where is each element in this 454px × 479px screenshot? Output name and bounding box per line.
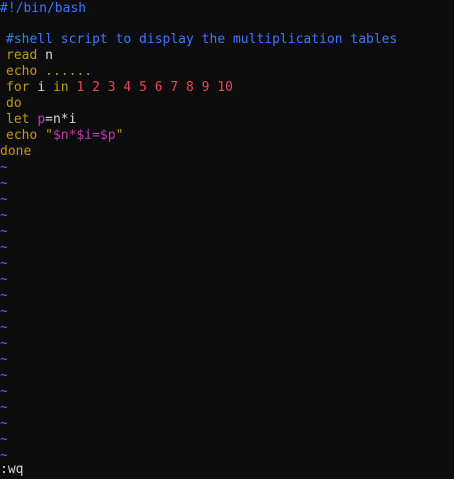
comment-line: #shell script to display the multiplicat… xyxy=(6,32,398,47)
empty-line-tilde: ~ xyxy=(0,304,8,319)
empty-line-tilde: ~ xyxy=(0,400,8,415)
let-line: let p=n*i xyxy=(6,112,76,128)
echo-string: $n*$i=$p xyxy=(52,128,116,143)
quote-close: " xyxy=(115,128,124,143)
empty-line-tilde: ~ xyxy=(0,432,8,447)
for-keyword: for xyxy=(6,80,30,95)
echo-result-line: echo "$n*$i=$p" xyxy=(6,128,123,144)
empty-line-tilde: ~ xyxy=(0,224,8,239)
vim-command-line[interactable]: :wq xyxy=(0,462,23,478)
empty-line-tilde: ~ xyxy=(0,176,8,191)
echo-keyword: echo xyxy=(6,64,38,79)
echo-keyword-2: echo xyxy=(6,128,38,143)
let-keyword: let xyxy=(6,112,30,127)
empty-line-tilde: ~ xyxy=(0,288,8,303)
do-line: do xyxy=(6,96,22,111)
read-keyword: read xyxy=(6,48,38,63)
shebang-line: #!/bin/bash xyxy=(0,1,87,16)
empty-line-tilde: ~ xyxy=(0,160,8,175)
for-variable: i xyxy=(37,80,46,95)
let-expression: =n*i xyxy=(45,112,77,127)
read-argument: n xyxy=(45,48,53,63)
number-list: 1 2 3 4 5 6 7 8 9 10 xyxy=(76,80,233,95)
empty-line-tilde: ~ xyxy=(0,384,8,399)
echo-dots: ...... xyxy=(45,64,93,79)
in-keyword: in xyxy=(52,80,69,95)
for-line: for i in 1 2 3 4 5 6 7 8 9 10 xyxy=(6,80,233,96)
empty-line-tilde: ~ xyxy=(0,256,8,271)
done-line: done xyxy=(0,144,32,159)
empty-line-tilde: ~ xyxy=(0,352,8,367)
let-variable: p xyxy=(37,112,46,127)
empty-line-tilde: ~ xyxy=(0,208,8,223)
empty-line-tilde: ~ xyxy=(0,368,8,383)
empty-line-tilde: ~ xyxy=(0,272,8,287)
vim-editor[interactable]: #!/bin/bash #shell script to display the… xyxy=(0,0,454,479)
read-line: read n xyxy=(6,48,53,64)
empty-line-tilde: ~ xyxy=(0,240,8,255)
empty-line-tilde: ~ xyxy=(0,336,8,351)
quote-open: " xyxy=(45,128,53,143)
echo-dots-line: echo ...... xyxy=(6,64,92,80)
empty-line-tilde: ~ xyxy=(0,320,8,335)
empty-line-tilde: ~ xyxy=(0,416,8,431)
empty-line-tilde: ~ xyxy=(0,192,8,207)
